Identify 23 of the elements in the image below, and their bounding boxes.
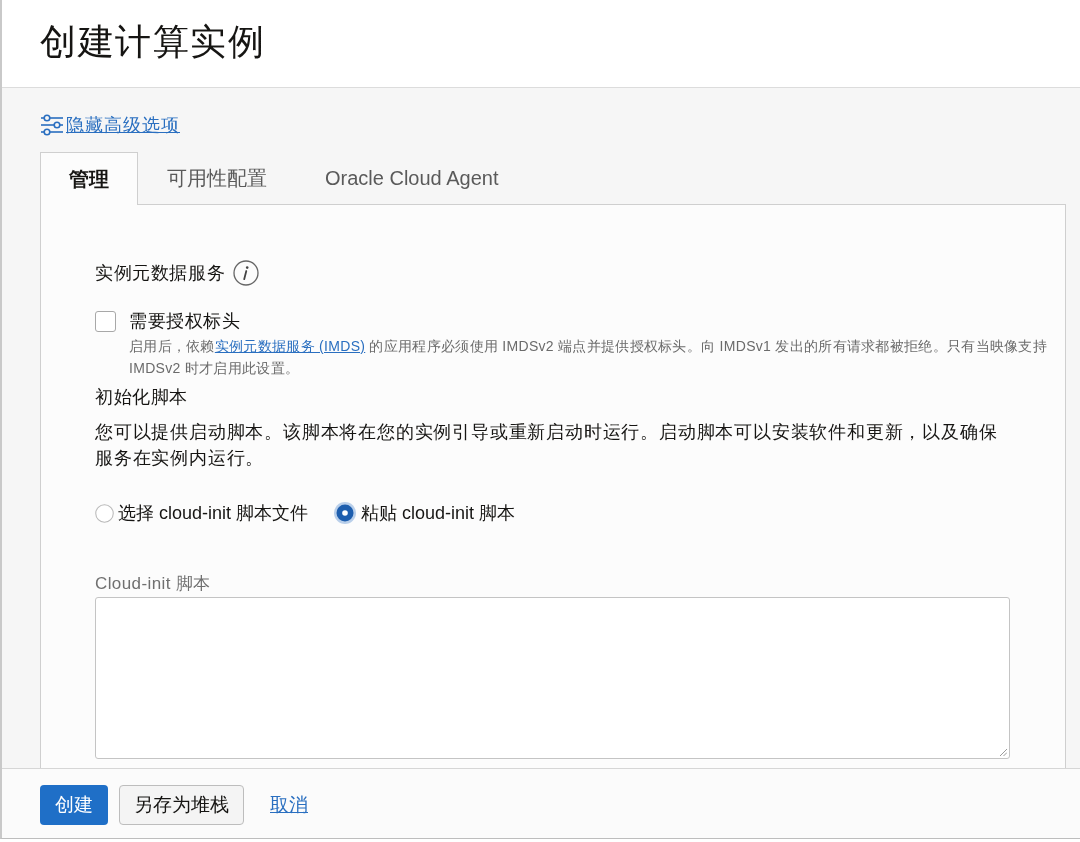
hide-advanced-options-link[interactable]: 隐藏高级选项: [66, 113, 180, 137]
page-title: 创建计算实例: [40, 19, 265, 64]
checkbox-label[interactable]: 需要授权标头: [129, 309, 240, 333]
section-heading: 初始化脚本: [95, 386, 189, 409]
radio-button[interactable]: [333, 501, 358, 525]
tab[interactable]: 可用性配置: [138, 152, 296, 204]
description-text: 您可以提供启动脚本。该脚本将在您的实例引导或重新启动时运行。启动脚本可以安装软件和更新，以及确保服务在实例内运行。: [95, 421, 999, 470]
tab[interactable]: 管理: [40, 152, 138, 205]
info-icon[interactable]: [233, 260, 260, 286]
create-button[interactable]: 创建: [40, 784, 108, 825]
cancel-link[interactable]: 取消: [268, 784, 310, 825]
tab[interactable]: Oracle Cloud Agent: [296, 152, 528, 204]
radio-label[interactable]: 粘贴 cloud-init 脚本: [361, 501, 516, 525]
help-text: 启用后，依赖实例元数据服务 (IMDS) 的应用程序必须使用 IMDSv2 端点并提供授权标头。向 IMDSv1 发出的所有请求都被拒绝。只有当映像支持 IMDSv2 时才启用此设置。: [129, 337, 1049, 378]
field-label: Cloud-init 脚本: [95, 573, 212, 595]
checkbox[interactable]: [95, 310, 116, 332]
sliders-icon[interactable]: [40, 114, 64, 136]
radio-button[interactable]: [95, 503, 114, 523]
imds-link[interactable]: 实例元数据服务 (IMDS): [214, 338, 366, 354]
radio-label[interactable]: 选择 cloud-init 脚本文件: [118, 501, 309, 525]
save-as-stack-button[interactable]: 另存为堆栈: [119, 784, 244, 825]
resize-grip-icon[interactable]: [999, 748, 1007, 756]
section-heading: 实例元数据服务: [95, 262, 226, 285]
